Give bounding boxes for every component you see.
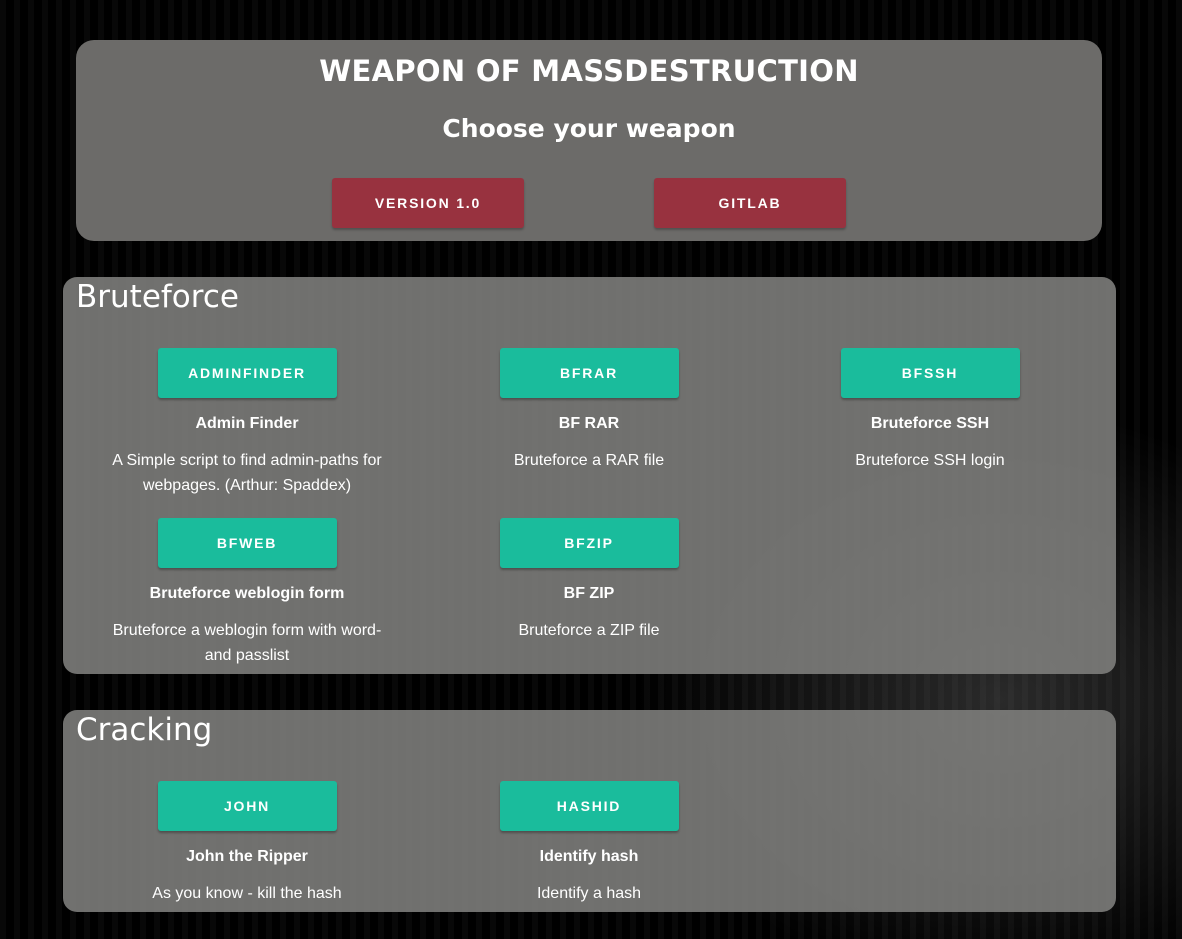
header-panel: WEAPON OF MASSDESTRUCTION Choose your we… (76, 40, 1102, 241)
tool-name: Identify hash (539, 848, 639, 865)
tool-card-bfrar: BFRAR BF RAR Bruteforce a RAR file (444, 348, 734, 473)
tool-description: Bruteforce a weblogin form with word- an… (112, 622, 382, 664)
tool-description: Identify a hash (536, 885, 642, 902)
tool-name: Bruteforce weblogin form (149, 585, 345, 602)
tool-name: BF RAR (558, 415, 620, 432)
site-subtitle: Choose your weapon (442, 114, 736, 143)
tool-name: Admin Finder (195, 415, 299, 432)
bfrar-button[interactable]: BFRAR (499, 348, 679, 398)
bfssh-button[interactable]: BFSSH (840, 348, 1020, 398)
tool-card-hashid: HASHID Identify hash Identify a hash (444, 781, 734, 906)
bfzip-button[interactable]: BFZIP (499, 518, 679, 568)
section-title: Cracking (76, 712, 213, 748)
section-title: Bruteforce (76, 279, 239, 315)
tool-name: Bruteforce SSH (870, 415, 990, 432)
hashid-button[interactable]: HASHID (499, 781, 679, 831)
adminfinder-button[interactable]: ADMINFINDER (157, 348, 337, 398)
tool-description: A Simple script to find admin-paths for … (112, 452, 382, 494)
tool-card-bfzip: BFZIP BF ZIP Bruteforce a ZIP file (444, 518, 734, 643)
gitlab-button[interactable]: GITLAB (654, 178, 846, 228)
tool-description: Bruteforce a ZIP file (518, 622, 660, 639)
tool-name: BF ZIP (563, 585, 615, 602)
tool-description: As you know - kill the hash (152, 885, 342, 902)
section-bruteforce: Bruteforce ADMINFINDER Admin Finder A Si… (63, 277, 1116, 674)
page: WEAPON OF MASSDESTRUCTION Choose your we… (0, 0, 1182, 939)
john-button[interactable]: JOHN (157, 781, 337, 831)
tool-description: Bruteforce SSH login (855, 452, 1005, 469)
tool-description: Bruteforce a RAR file (513, 452, 665, 469)
tool-card-john: JOHN John the Ripper As you know - kill … (102, 781, 392, 906)
tool-name: John the Ripper (186, 848, 308, 865)
section-cracking: Cracking JOHN John the Ripper As you kno… (63, 710, 1116, 912)
tool-card-adminfinder: ADMINFINDER Admin Finder A Simple script… (102, 348, 392, 498)
tool-card-bfssh: BFSSH Bruteforce SSH Bruteforce SSH logi… (785, 348, 1075, 473)
tool-card-bfweb: BFWEB Bruteforce weblogin form Bruteforc… (102, 518, 392, 668)
site-title: WEAPON OF MASSDESTRUCTION (319, 54, 859, 88)
version-button[interactable]: VERSION 1.0 (332, 178, 524, 228)
bfweb-button[interactable]: BFWEB (157, 518, 337, 568)
